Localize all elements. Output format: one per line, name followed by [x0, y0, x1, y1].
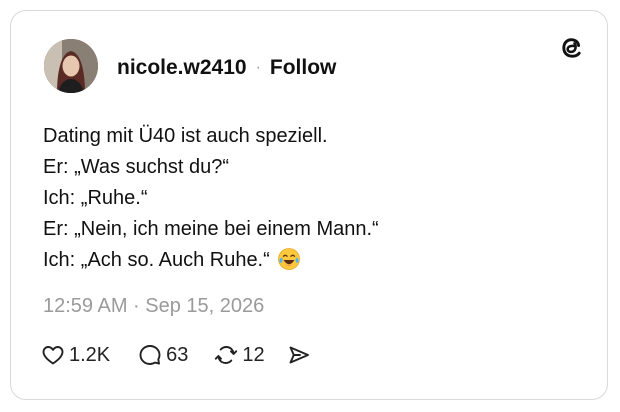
post-text: Dating mit Ü40 ist auch speziell. Er: „W… — [43, 121, 583, 276]
header-separator: · — [255, 59, 261, 76]
share-button[interactable] — [287, 343, 311, 367]
post-timestamp[interactable]: 12:59 AM · Sep 15, 2026 — [43, 295, 264, 318]
post-header: nicole.w2410 · Follow — [117, 56, 336, 80]
repost-arrows-icon — [215, 346, 238, 364]
follow-button[interactable]: Follow — [270, 56, 337, 80]
reply-button[interactable]: 63 — [138, 343, 188, 367]
comment-bubble-icon — [139, 345, 161, 365]
send-icon — [289, 346, 309, 364]
post-card: nicole.w2410 · Follow Dating mit Ü40 ist… — [10, 10, 608, 400]
repost-count: 12 — [242, 343, 265, 366]
post-line: Er: „Nein, ich meine bei einem Mann.“ — [43, 218, 379, 240]
post-line: Er: „Was suchst du?“ — [43, 156, 229, 178]
repost-button[interactable]: 12 — [214, 343, 265, 367]
avatar[interactable] — [44, 39, 98, 93]
post-line: Ich: „Ruhe.“ — [43, 187, 148, 209]
like-count: 1.2K — [69, 343, 111, 366]
post-line-last: Ich: „Ach so. Auch Ruhe.“ — [43, 245, 583, 276]
username[interactable]: nicole.w2410 — [117, 56, 247, 80]
threads-logo-icon[interactable] — [558, 33, 586, 61]
avatar-image — [44, 39, 98, 93]
post-line: Dating mit Ü40 ist auch speziell. — [43, 125, 328, 147]
heart-icon — [42, 346, 64, 365]
post-line: Ich: „Ach so. Auch Ruhe.“ — [43, 249, 270, 271]
action-bar: 1.2K 63 12 — [41, 343, 311, 367]
reply-count: 63 — [166, 343, 189, 366]
face-with-tears-of-joy-icon — [278, 248, 301, 270]
like-button[interactable]: 1.2K — [41, 343, 110, 367]
